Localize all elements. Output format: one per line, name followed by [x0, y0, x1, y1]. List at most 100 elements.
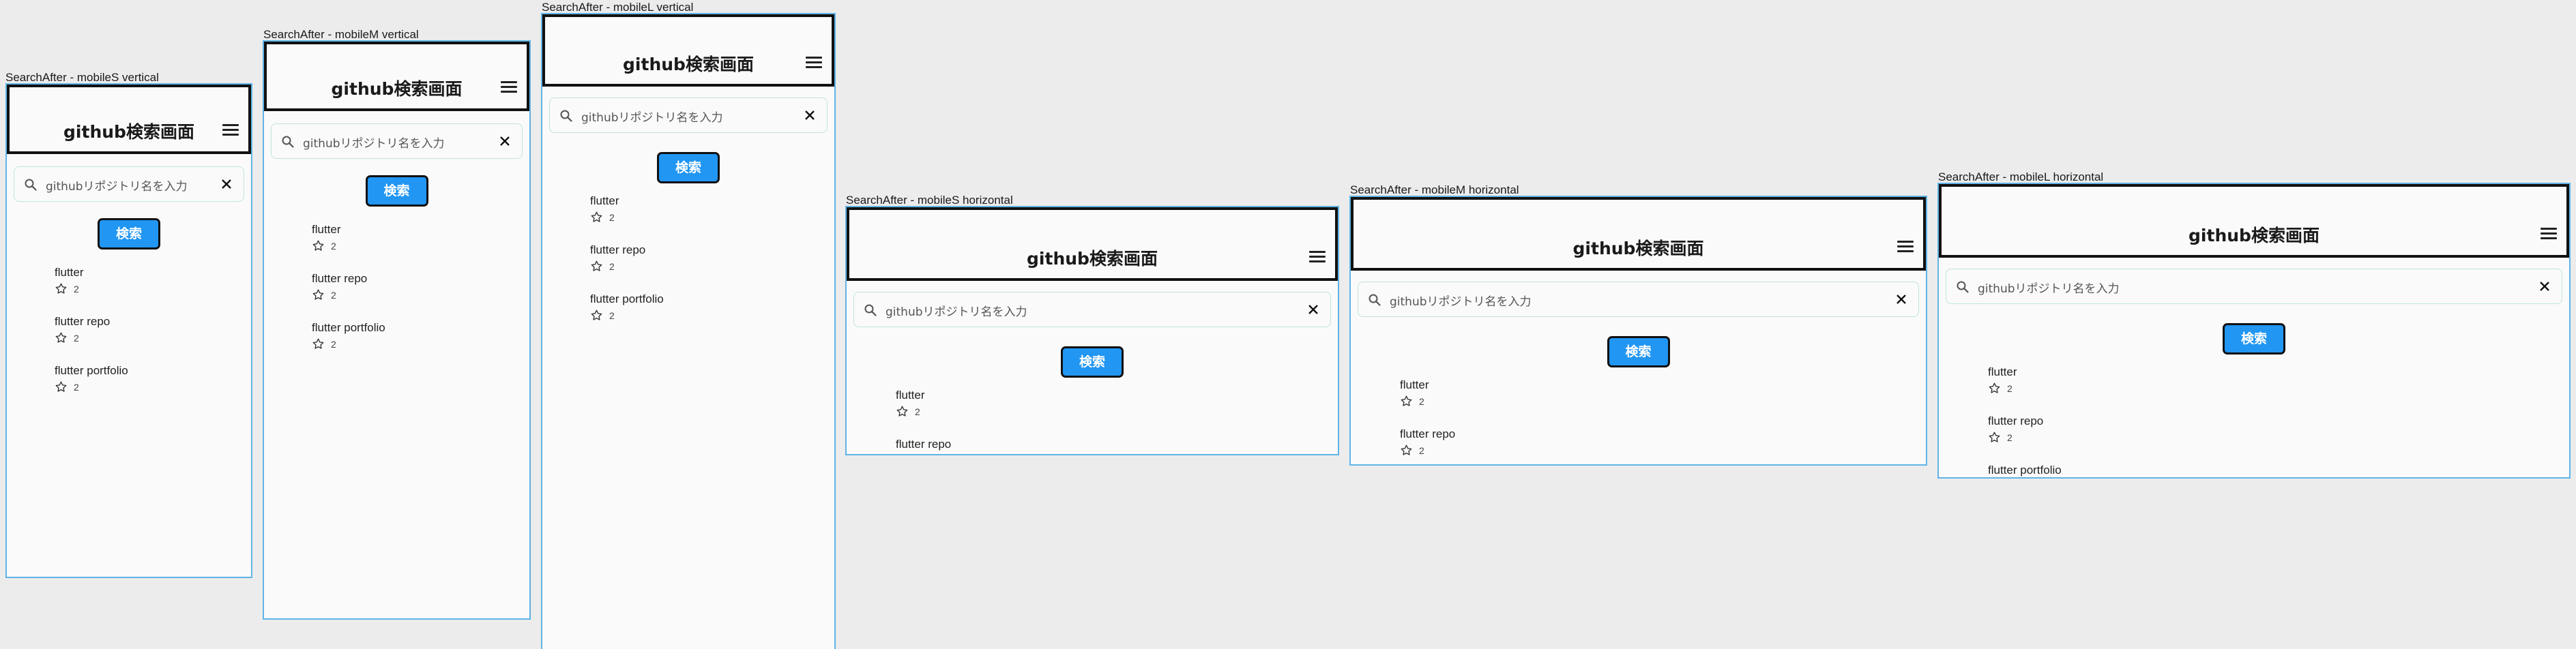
search-placeholder: githubリポジトリ名を入力 [1390, 295, 1532, 309]
search-button[interactable]: 検索 [98, 218, 160, 250]
frame-label: SearchAfter - mobileL horizontal [1938, 170, 2104, 183]
clear-icon[interactable] [1306, 302, 1321, 317]
search-button[interactable]: 検索 [1607, 336, 1670, 367]
star-icon [591, 260, 602, 271]
star-icon [55, 283, 67, 294]
star-icon [591, 310, 602, 320]
frame-label: SearchAfter - mobileM vertical [263, 28, 419, 41]
star-icon [591, 211, 602, 222]
frame-label: SearchAfter - mobileS horizontal [846, 194, 1013, 207]
search-button[interactable]: 検索 [1061, 346, 1124, 378]
repo-name: flutter repo [55, 315, 111, 328]
star-icon [312, 289, 324, 300]
star-count: 2 [74, 332, 79, 344]
clear-icon[interactable] [219, 177, 234, 192]
list-item[interactable]: flutter repo 2 [55, 315, 110, 344]
star-count: 2 [915, 455, 920, 456]
search-icon [864, 304, 877, 316]
repo-name: flutter [1988, 365, 2017, 378]
device-frame-mobile-s-vertical: github検索画面 githubリポジトリ名を入力 検索 flutter 2 … [5, 83, 252, 578]
list-item[interactable]: flutter portfolio [1988, 464, 2062, 477]
list-item[interactable]: flutter repo 2 [1988, 414, 2043, 444]
star-count: 2 [331, 338, 336, 350]
app-title: github検索画面 [1572, 239, 1704, 258]
device-frame-mobile-l-vertical: github検索画面 githubリポジトリ名を入力 検索 flutter 2 … [541, 13, 836, 649]
star-count: 2 [331, 289, 336, 301]
search-icon [282, 136, 294, 148]
star-icon [312, 240, 324, 251]
device-frame-mobile-l-horizontal: github検索画面 githubリポジトリ名を入力 検索 flutter 2 … [1937, 183, 2571, 479]
clear-icon[interactable] [2537, 279, 2552, 294]
list-item[interactable]: flutter 2 [896, 389, 925, 418]
list-item[interactable]: flutter portfolio 2 [312, 321, 385, 350]
search-input[interactable]: githubリポジトリ名を入力 [14, 166, 244, 202]
repo-name: flutter [1400, 378, 1429, 391]
search-placeholder: githubリポジトリ名を入力 [303, 137, 445, 151]
device-frame-mobile-m-vertical: github検索画面 githubリポジトリ名を入力 検索 flutter 2 … [263, 40, 531, 620]
search-button[interactable]: 検索 [657, 152, 720, 183]
star-icon [1401, 444, 1412, 455]
search-button[interactable]: 検索 [365, 175, 428, 207]
star-count: 2 [2007, 382, 2012, 394]
star-icon [55, 332, 67, 343]
device-frame-mobile-m-horizontal: github検索画面 githubリポジトリ名を入力 検索 flutter 2 … [1349, 196, 1927, 466]
repo-name: flutter portfolio [1988, 464, 2062, 477]
repo-name: flutter repo [1988, 414, 2044, 427]
app-bar: github検索画面 [1351, 197, 1926, 271]
repo-name: flutter portfolio [590, 292, 664, 305]
menu-icon[interactable] [501, 81, 517, 93]
menu-icon[interactable] [222, 124, 239, 136]
search-placeholder: githubリポジトリ名を入力 [46, 180, 188, 194]
app-bar: github検索画面 [264, 42, 529, 111]
search-icon [25, 179, 37, 191]
list-item[interactable]: flutter repo 2 [1400, 427, 1455, 457]
star-count: 2 [74, 381, 79, 393]
star-count: 2 [609, 310, 615, 321]
app-title: github検索画面 [2189, 226, 2319, 245]
star-count: 2 [331, 240, 336, 252]
star-count: 2 [1419, 444, 1424, 456]
app-title: github検索画面 [1027, 249, 1158, 269]
clear-icon[interactable] [1894, 292, 1909, 307]
clear-icon[interactable] [497, 134, 512, 149]
clear-icon[interactable] [802, 108, 817, 123]
list-item[interactable]: flutter repo 2 [312, 272, 367, 301]
list-item[interactable]: flutter portfolio 2 [55, 364, 128, 393]
repo-name: flutter repo [896, 438, 952, 451]
search-input[interactable]: githubリポジトリ名を入力 [1358, 282, 1919, 317]
star-count: 2 [1419, 395, 1424, 407]
search-placeholder: githubリポジトリ名を入力 [581, 111, 723, 125]
menu-icon[interactable] [1897, 241, 1914, 253]
search-input[interactable]: githubリポジトリ名を入力 [853, 292, 1331, 327]
search-input[interactable]: githubリポジトリ名を入力 [549, 97, 828, 133]
search-icon [560, 110, 572, 122]
star-icon [1401, 395, 1412, 406]
repo-name: flutter [55, 266, 84, 279]
list-item[interactable]: flutter 2 [1400, 378, 1429, 408]
repo-name: flutter portfolio [55, 364, 128, 377]
list-item[interactable]: flutter 2 [55, 266, 84, 295]
search-input[interactable]: githubリポジトリ名を入力 [271, 123, 523, 159]
app-title: github検索画面 [63, 122, 194, 142]
list-item[interactable]: flutter repo 2 [896, 438, 952, 456]
list-item[interactable]: flutter 2 [590, 194, 619, 224]
repo-name: flutter repo [1400, 427, 1456, 440]
menu-icon[interactable] [2541, 228, 2557, 240]
frame-label: SearchAfter - mobileL vertical [542, 1, 694, 14]
list-item[interactable]: flutter 2 [312, 223, 341, 252]
star-count: 2 [609, 260, 615, 272]
star-icon [1989, 382, 2000, 393]
star-count: 2 [609, 211, 615, 223]
menu-icon[interactable] [806, 57, 822, 69]
star-icon [896, 454, 909, 455]
star-icon [1989, 432, 2000, 442]
search-button[interactable]: 検索 [2223, 323, 2285, 354]
menu-icon[interactable] [1309, 251, 1326, 263]
list-item[interactable]: flutter 2 [1988, 365, 2017, 395]
repo-name: flutter [896, 389, 925, 402]
star-count: 2 [74, 283, 79, 295]
search-input[interactable]: githubリポジトリ名を入力 [1946, 269, 2562, 304]
search-placeholder: githubリポジトリ名を入力 [1978, 282, 2120, 296]
list-item[interactable]: flutter portfolio 2 [590, 292, 664, 322]
list-item[interactable]: flutter repo 2 [590, 243, 645, 273]
